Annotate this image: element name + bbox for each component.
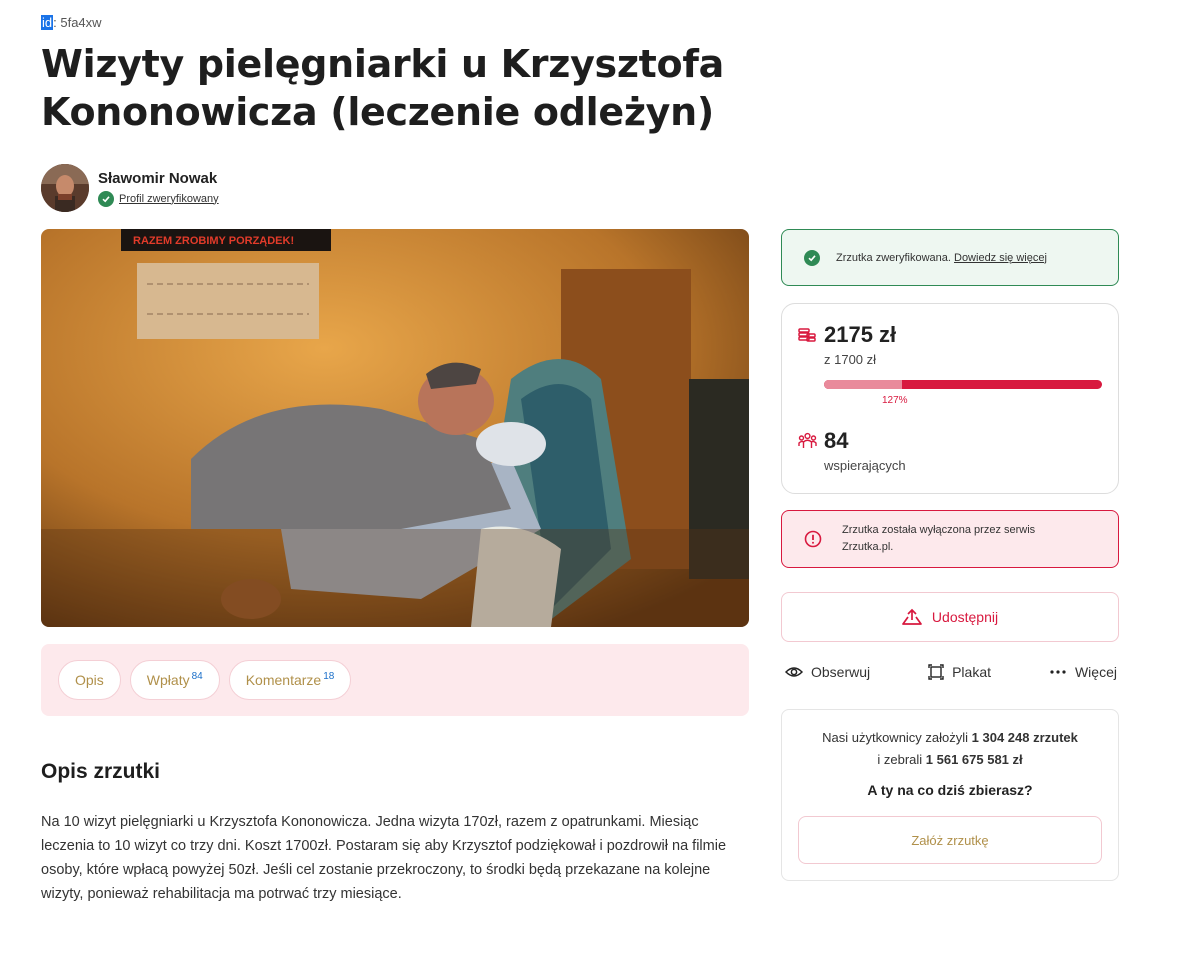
- backers-row: 84: [798, 428, 848, 454]
- disabled-notice-card: Zrzutka została wyłączona przez serwis Z…: [781, 510, 1119, 568]
- observe-label: Obserwuj: [811, 664, 871, 680]
- more-label: Więcej: [1074, 664, 1117, 680]
- goal-amount: z 1700 zł: [824, 352, 877, 367]
- verified-text: Zrzutka zweryfikowana.: [836, 251, 951, 264]
- page-title: Wizyty pielęgniarki u Krzysztofa Kononow…: [41, 42, 724, 134]
- raised-amount: 2175 zł: [824, 322, 897, 347]
- hero-banner-text: RAZEM ZROBIMY PORZĄDEK!: [133, 235, 294, 247]
- disabled-line-1: Zrzutka została wyłączona przez serwis: [842, 524, 1036, 536]
- site-stats-card: Nasi użytkownicy założyli 1 304 248 zrzu…: [781, 709, 1119, 881]
- progress-bar: [824, 380, 1102, 389]
- create-campaign-button[interactable]: Załóż zrzutkę: [798, 816, 1102, 864]
- actions-row: Obserwuj Plakat Więcej: [781, 660, 1119, 684]
- learn-more-link[interactable]: Dowiedz się więcej: [954, 252, 1047, 264]
- profile-verified-link[interactable]: Profil zweryfikowany: [119, 193, 219, 205]
- poster-icon: [928, 664, 944, 680]
- more-button[interactable]: Więcej: [1049, 664, 1117, 680]
- site-stats-line-2: i zebrali 1 561 675 581 zł: [782, 752, 1118, 767]
- progress-percent: 127%: [882, 395, 908, 406]
- tab-opis[interactable]: Opis: [58, 660, 121, 700]
- backers-count: 84: [824, 428, 849, 453]
- warning-icon: [804, 530, 822, 548]
- coins-icon: [798, 328, 816, 342]
- id-value: : 5fa4xw: [53, 15, 102, 30]
- site-stats-line-1: Nasi użytkownicy założyli 1 304 248 zrzu…: [782, 730, 1118, 745]
- author-name[interactable]: Sławomir Nowak: [98, 170, 219, 187]
- avatar[interactable]: [41, 164, 89, 212]
- share-icon: [902, 608, 922, 625]
- disabled-line-2: Zrzutka.pl.: [842, 541, 894, 553]
- eye-icon: [785, 667, 803, 677]
- tab-wplaty-count: 84: [191, 670, 203, 682]
- hero-image: RAZEM ZROBIMY PORZĄDEK!: [41, 229, 749, 627]
- author-block: Sławomir Nowak Profil zweryfikowany: [41, 164, 219, 212]
- author-info: Sławomir Nowak Profil zweryfikowany: [98, 170, 219, 207]
- site-stats-prefix-1: Nasi użytkownicy założyli: [822, 730, 972, 745]
- check-badge-icon: [804, 249, 820, 266]
- funding-stats-card: 2175 zł z 1700 zł 127% 84 wspierających: [781, 303, 1119, 494]
- check-badge-icon: [98, 190, 114, 207]
- share-button[interactable]: Udostępnij: [781, 592, 1119, 642]
- description-heading: Opis zrzutki: [41, 760, 161, 783]
- disabled-text: Zrzutka została wyłączona przez serwis Z…: [842, 522, 1035, 556]
- tab-opis-label: Opis: [75, 672, 104, 688]
- site-stats-question: A ty na co dziś zbierasz?: [867, 782, 1033, 798]
- verified-card: Zrzutka zweryfikowana. Dowiedz się więce…: [781, 229, 1119, 286]
- poster-label: Plakat: [952, 664, 992, 680]
- backers-label: wspierających: [824, 458, 906, 473]
- tab-wplaty-label: Wpłaty: [146, 672, 190, 688]
- more-icon: [1050, 670, 1066, 674]
- share-label: Udostępnij: [931, 609, 999, 625]
- tab-komentarze-label: Komentarze: [245, 672, 322, 688]
- id-highlight: id: [41, 15, 54, 30]
- poster-button[interactable]: Plakat: [928, 664, 991, 680]
- amount-row: 2175 zł: [798, 322, 896, 348]
- site-stats-prefix-2: i zebrali: [877, 752, 926, 767]
- observe-button[interactable]: Obserwuj: [785, 664, 870, 680]
- site-stats-total: 1 561 675 581 zł: [925, 752, 1023, 767]
- tab-komentarze[interactable]: Komentarze 18: [228, 660, 352, 700]
- people-icon: [798, 432, 817, 448]
- site-stats-campaigns: 1 304 248 zrzutek: [971, 730, 1078, 745]
- avatar-image: [41, 164, 89, 212]
- tabs-bar: Opis Wpłaty 84 Komentarze 18: [41, 644, 749, 716]
- tab-komentarze-count: 18: [323, 670, 335, 682]
- page-id: id: 5fa4xw: [41, 15, 102, 30]
- verified-row: Profil zweryfikowany: [98, 190, 219, 207]
- hero-photo: RAZEM ZROBIMY PORZĄDEK!: [41, 229, 749, 627]
- tab-wplaty[interactable]: Wpłaty 84: [129, 660, 220, 700]
- description-text: Na 10 wizyt pielęgniarki u Krzysztofa Ko…: [41, 814, 727, 902]
- progress-fill: [824, 380, 902, 389]
